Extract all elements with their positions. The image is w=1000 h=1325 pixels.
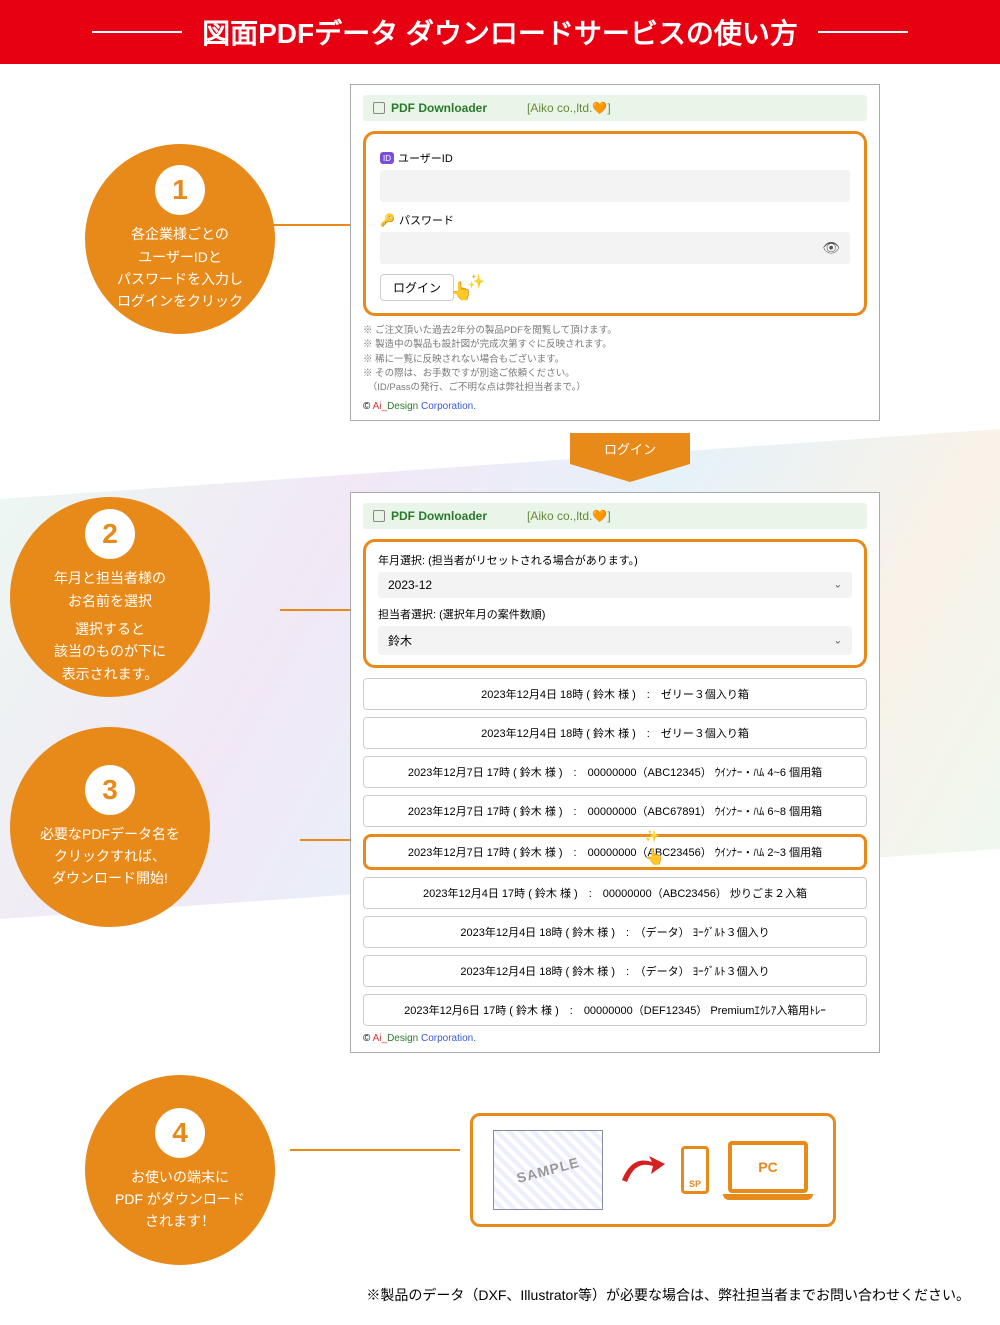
password-input[interactable]: 👁 [380, 232, 850, 264]
step-text-3: 必要なPDFデータ名を クリックすれば、 ダウンロード開始! [40, 823, 180, 890]
step-badge-3: 3 必要なPDFデータ名を クリックすれば、 ダウンロード開始! [10, 727, 210, 927]
copyright-ai: Ai_ [373, 401, 387, 412]
pdf-list-item[interactable]: 2023年12月4日 18時 ( 鈴木 様 ) : ゼリー３個入り箱 [363, 717, 867, 749]
pdf-list-item[interactable]: 2023年12月4日 18時 ( 鈴木 様 ) : （データ） ﾖｰｸﾞﾙﾄ３個… [363, 916, 867, 948]
pdf-list-item[interactable]: 2023年12月7日 17時 ( 鈴木 様 ) : 00000000（ABC67… [363, 795, 867, 827]
laptop-base [723, 1194, 813, 1200]
user-id-label: ID ユーザーID [380, 150, 850, 166]
app-header-2: PDF Downloader [Aiko co.,ltd.🧡] [363, 503, 867, 529]
hero-line-right [818, 31, 908, 33]
device-box: SAMPLE SP PC [470, 1113, 836, 1227]
copyright-corp: Corporation. [421, 401, 476, 412]
login-arrow: ログイン [570, 433, 690, 482]
app-icon [373, 510, 385, 522]
login-notes: ※ ご注文頂いた過去2年分の製品PDFを閲覧して頂けます。 ※ 製造中の製品も設… [363, 324, 867, 395]
footnote: ※製品のデータ（DXF、Illustrator等）が必要な場合は、弊社担当者まで… [10, 1285, 970, 1305]
copyright-design: Design [387, 401, 421, 412]
hero-line-left [92, 31, 182, 33]
login-arrow-label: ログイン [570, 433, 690, 464]
copyright: © Ai_Design Corporation. [363, 401, 867, 412]
pdf-list-item[interactable]: 2023年12月7日 17時 ( 鈴木 様 ) : 00000000（ABC12… [363, 756, 867, 788]
step-number-4: 4 [155, 1108, 205, 1158]
app-company: [Aiko co.,ltd.🧡] [527, 509, 611, 523]
pdf-list-item-highlighted[interactable]: 2023年12月7日 17時 ( 鈴木 様 ) : 00000000（ABC23… [363, 834, 867, 870]
list-panel: PDF Downloader [Aiko co.,ltd.🧡] 年月選択: (担… [350, 492, 880, 1053]
copyright-c: © [363, 401, 370, 412]
note-line: （ID/Passの発行、ご不明な点は弊社担当者まで。） [363, 381, 867, 395]
spark-icon: ✨ [645, 829, 660, 843]
app-title: PDF Downloader [391, 101, 487, 115]
key-icon: 🔑 [380, 213, 395, 227]
hero-banner: 図面PDFデータ ダウンロードサービスの使い方 [0, 0, 1000, 64]
user-id-label-text: ユーザーID [398, 150, 453, 166]
step-text-4: お使いの端末に PDF がダウンロード されます！ [115, 1166, 245, 1233]
person-label: 担当者選択: (選択年月の案件数順) [378, 606, 852, 622]
cursor-spark-icon: ✨ [468, 273, 485, 290]
year-month-value: 2023-12 [388, 578, 432, 592]
year-month-select[interactable]: 2023-12 ⌄ [378, 572, 852, 598]
app-company: [Aiko co.,ltd.🧡] [527, 101, 611, 115]
note-line: ※ ご注文頂いた過去2年分の製品PDFを閲覧して頂けます。 [363, 324, 867, 338]
copyright-design: Design [387, 1033, 421, 1044]
download-arrow-icon [617, 1150, 667, 1190]
chevron-down-icon: ⌄ [834, 580, 842, 591]
password-label: 🔑 パスワード [380, 212, 850, 228]
note-line: ※ その際は、お手数ですが別途ご依頼ください。 [363, 367, 867, 381]
user-id-input[interactable] [380, 170, 850, 202]
step-number-1: 1 [155, 165, 205, 215]
pc-label: PC [728, 1141, 808, 1193]
note-line: ※ 稀に一覧に反映されない場合もございます。 [363, 353, 867, 367]
step-text-1: 各企業様ごとの ユーザーIDと パスワードを入力し ログインをクリック [117, 223, 243, 313]
step-text-2b: 選択すると 該当のものが下に 表示されます。 [54, 618, 166, 685]
login-button-label: ログイン [393, 279, 441, 296]
app-header: PDF Downloader [Aiko co.,ltd.🧡] [363, 95, 867, 121]
select-box: 年月選択: (担当者がリセットされる場合があります。) 2023-12 ⌄ 担当… [363, 539, 867, 668]
laptop-icon: PC [723, 1141, 813, 1200]
copyright-ai: Ai_ [373, 1033, 387, 1044]
step-text-2a: 年月と担当者様の お名前を選択 [54, 567, 166, 612]
login-panel: PDF Downloader [Aiko co.,ltd.🧡] ID ユーザーI… [350, 84, 880, 421]
pdf-list-item[interactable]: 2023年12月6日 17時 ( 鈴木 様 ) : 00000000（DEF12… [363, 994, 867, 1026]
note-line: ※ 製造中の製品も設計図が完成次第すぐに反映されます。 [363, 338, 867, 352]
id-icon: ID [380, 152, 394, 164]
smartphone-icon: SP [681, 1146, 709, 1194]
step-badge-4: 4 お使いの端末に PDF がダウンロード されます！ [85, 1075, 275, 1265]
app-title: PDF Downloader [391, 509, 487, 523]
login-button[interactable]: ログイン 👆 ✨ [380, 274, 454, 301]
app-icon [373, 102, 385, 114]
login-arrow-tip [570, 464, 690, 482]
cursor-icon: 👆 [645, 847, 665, 867]
hero-title: 図面PDFデータ ダウンロードサービスの使い方 [202, 12, 798, 52]
sp-label: SP [684, 1179, 706, 1189]
chevron-down-icon: ⌄ [834, 635, 842, 646]
sample-document: SAMPLE [493, 1130, 603, 1210]
pdf-list-item-label: 2023年12月7日 17時 ( 鈴木 様 ) : 00000000（ABC23… [408, 847, 822, 859]
sample-watermark: SAMPLE [515, 1154, 581, 1186]
login-box: ID ユーザーID 🔑 パスワード 👁 ログイン 👆 ✨ [363, 131, 867, 316]
year-month-label: 年月選択: (担当者がリセットされる場合があります。) [378, 552, 852, 568]
eye-icon[interactable]: 👁 [822, 240, 840, 257]
copyright-c: © [363, 1033, 370, 1044]
pdf-list-item[interactable]: 2023年12月4日 18時 ( 鈴木 様 ) : ゼリー３個入り箱 [363, 678, 867, 710]
pdf-list-item[interactable]: 2023年12月4日 17時 ( 鈴木 様 ) : 00000000（ABC23… [363, 877, 867, 909]
step-badge-1: 1 各企業様ごとの ユーザーIDと パスワードを入力し ログインをクリック [85, 144, 275, 334]
step-badge-2: 2 年月と担当者様の お名前を選択 選択すると 該当のものが下に 表示されます。 [10, 497, 210, 697]
pdf-list-item[interactable]: 2023年12月4日 18時 ( 鈴木 様 ) : （データ） ﾖｰｸﾞﾙﾄ３個… [363, 955, 867, 987]
copyright-corp: Corporation. [421, 1033, 476, 1044]
person-value: 鈴木 [388, 634, 412, 648]
copyright-2: © Ai_Design Corporation. [363, 1033, 867, 1044]
step-number-3: 3 [85, 765, 135, 815]
step-number-2: 2 [85, 509, 135, 559]
password-label-text: パスワード [399, 212, 454, 228]
person-select[interactable]: 鈴木 ⌄ [378, 626, 852, 655]
